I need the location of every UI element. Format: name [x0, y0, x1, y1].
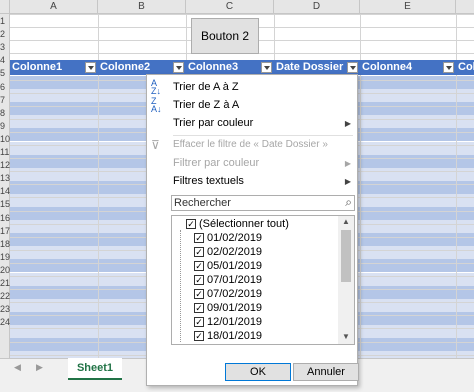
filter-value-item[interactable]: ✓ 07/02/2019	[194, 287, 262, 301]
row-number[interactable]: 12	[0, 159, 10, 171]
table-header-row: Colonne1 Colonne2 Colonne3 Date Dossier …	[10, 60, 474, 75]
row-number[interactable]: 22	[0, 290, 10, 302]
row-number[interactable]: 19	[0, 251, 10, 263]
filter-by-color-item: Filtrer par couleur	[173, 157, 260, 169]
text-filters-item[interactable]: Filtres textuels	[173, 173, 244, 189]
scroll-right-icon[interactable]: ▶	[36, 362, 43, 373]
filter-dropdown-icon[interactable]	[85, 62, 96, 73]
row-number[interactable]: 9	[0, 120, 10, 132]
checkbox-checked-icon[interactable]: ✓	[186, 219, 196, 229]
row-number[interactable]: 21	[0, 277, 10, 289]
filter-value-item[interactable]: ✓ 07/01/2019	[194, 273, 262, 287]
column-header-d[interactable]: D	[274, 0, 360, 14]
filter-dropdown-icon[interactable]	[443, 62, 454, 73]
row-number[interactable]: 7	[0, 94, 10, 106]
bouton-2-button[interactable]: Bouton 2	[191, 18, 259, 54]
sort-z-a-item[interactable]: Trier de Z à A	[173, 97, 239, 113]
row-number[interactable]: 16	[0, 212, 10, 224]
filter-value-label: 12/01/2019	[207, 316, 263, 328]
clear-filter-icon: ⊽	[151, 138, 160, 152]
scroll-up-icon[interactable]: ▲	[342, 217, 350, 226]
row-number[interactable]: 1	[0, 15, 10, 27]
row-number[interactable]: 3	[0, 41, 10, 53]
sheet-tab-sheet1[interactable]: Sheet1	[68, 358, 122, 380]
filter-value-item[interactable]: ✓ (Sélectionner tout)	[186, 217, 289, 231]
scroll-left-icon[interactable]: ◀	[14, 362, 21, 373]
filter-value-item[interactable]: ✓ 18/01/2019	[194, 329, 262, 343]
filter-value-label: 07/01/2019	[207, 274, 263, 286]
submenu-arrow-icon: ▶	[344, 177, 351, 186]
submenu-arrow-icon: ▶	[344, 119, 351, 128]
row-number[interactable]: 23	[0, 303, 10, 315]
row-number[interactable]: 17	[0, 225, 10, 237]
row-number[interactable]: 14	[0, 185, 10, 197]
sort-a-z-icon: A Z↓	[151, 78, 161, 96]
tree-line	[180, 230, 182, 342]
select-all-corner[interactable]	[0, 0, 10, 14]
filter-value-item[interactable]: ✓ 02/02/2019	[194, 245, 262, 259]
filter-value-item[interactable]: ✓ 12/01/2019	[194, 315, 262, 329]
cancel-button[interactable]: Annuler	[293, 363, 359, 381]
filter-value-label: 07/02/2019	[207, 288, 263, 300]
filter-active-dropdown-icon[interactable]	[347, 62, 358, 73]
column-header-c[interactable]: C	[186, 0, 274, 14]
list-scrollbar[interactable]: ▲ ▼	[338, 216, 354, 344]
column-header-bar: A B C D E	[0, 0, 474, 14]
filter-value-label: 02/02/2019	[207, 246, 263, 258]
autofilter-menu: A Z↓ Trier de A à Z Z A↓ Trier de Z à A Tr…	[146, 74, 359, 386]
grid-row-line	[10, 14, 474, 15]
search-icon: ⌕	[345, 195, 352, 209]
column-header-b[interactable]: B	[98, 0, 186, 14]
row-number[interactable]: 20	[0, 264, 10, 276]
filter-dropdown-icon[interactable]	[261, 62, 272, 73]
row-number[interactable]: 4	[0, 54, 10, 66]
filter-value-item[interactable]: ✓ 09/01/2019	[194, 301, 262, 315]
scroll-down-icon[interactable]: ▼	[342, 332, 350, 341]
filter-value-item[interactable]: ✓ 01/02/2019	[194, 231, 262, 245]
ok-button[interactable]: OK	[225, 363, 291, 381]
filter-value-item[interactable]: ✓ 05/01/2019	[194, 259, 262, 273]
row-number[interactable]: 18	[0, 238, 10, 250]
clear-filter-item: Effacer le filtre de « Date Dossier »	[173, 139, 328, 150]
menu-separator	[173, 135, 353, 136]
row-header-bar: 1 2 3 4 5 6 7 8 9 10 11 12 13 14 15 16 17 18 19 20 21 22 23 24	[0, 14, 10, 358]
sort-by-color-item[interactable]: Trier par couleur	[173, 115, 253, 131]
row-number[interactable]: 5	[0, 67, 10, 79]
checkbox-checked-icon[interactable]: ✓	[194, 289, 204, 299]
row-number[interactable]: 10	[0, 133, 10, 145]
checkbox-checked-icon[interactable]: ✓	[194, 331, 204, 341]
filter-value-label: 09/01/2019	[207, 302, 263, 314]
checkbox-checked-icon[interactable]: ✓	[194, 247, 204, 257]
checkbox-checked-icon[interactable]: ✓	[194, 233, 204, 243]
checkbox-checked-icon[interactable]: ✓	[194, 317, 204, 327]
row-number[interactable]: 24	[0, 316, 10, 328]
filter-value-label: 01/02/2019	[207, 232, 263, 244]
row-number[interactable]: 13	[0, 172, 10, 184]
table-header-colonne5: Colo	[458, 61, 474, 73]
filter-value-label: (Sélectionner tout)	[199, 218, 289, 230]
column-header-a[interactable]: A	[10, 0, 98, 14]
checkbox-checked-icon[interactable]: ✓	[194, 261, 204, 271]
filter-value-label: 18/01/2019	[207, 330, 263, 342]
sort-z-a-icon: Z A↓	[151, 96, 162, 114]
checkbox-checked-icon[interactable]: ✓	[194, 303, 204, 313]
sort-a-z-item[interactable]: Trier de A à Z	[173, 79, 239, 95]
filter-dropdown-icon[interactable]	[173, 62, 184, 73]
row-number[interactable]: 15	[0, 198, 10, 210]
row-number[interactable]: 6	[0, 81, 10, 93]
submenu-arrow-icon: ▶	[344, 159, 351, 168]
checkbox-checked-icon[interactable]: ✓	[194, 275, 204, 285]
row-number[interactable]: 11	[0, 146, 10, 158]
filter-values-list[interactable]: ▲ ▼ ✓ (Sélectionner tout) ✓ 01/02/2019 ✓ 02/0…	[171, 215, 355, 345]
row-number[interactable]: 8	[0, 107, 10, 119]
row-number[interactable]: 2	[0, 28, 10, 40]
search-input[interactable]: Rechercher ⌕	[171, 195, 355, 211]
scrollbar-thumb[interactable]	[341, 230, 351, 282]
column-header-e[interactable]: E	[360, 0, 456, 14]
filter-value-label: 05/01/2019	[207, 260, 263, 272]
table-header-colonne4: Colonne4	[362, 61, 413, 73]
